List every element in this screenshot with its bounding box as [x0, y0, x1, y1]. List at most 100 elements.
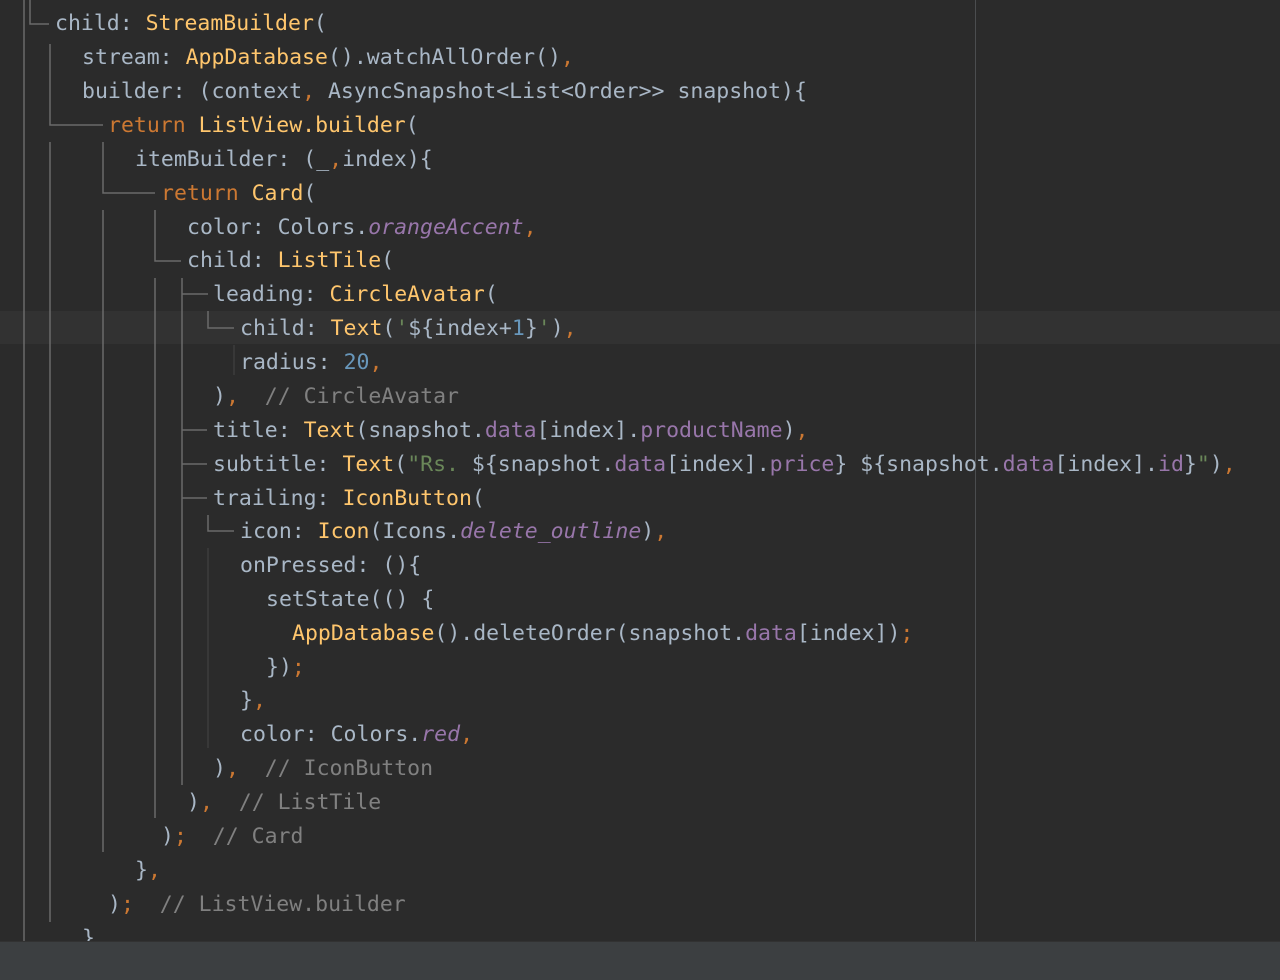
code-token: } ${snapshot.: [834, 452, 1003, 477]
code-line[interactable]: },: [240, 684, 266, 718]
code-token: ,: [523, 215, 537, 240]
code-token: child:: [55, 11, 146, 36]
code-line[interactable]: onPressed: (){: [240, 549, 421, 583]
code-token: ': [395, 316, 409, 341]
code-line[interactable]: itemBuilder: (_,index){: [135, 143, 433, 177]
code-token: "Rs.: [407, 452, 472, 477]
code-token: ,: [563, 316, 577, 341]
code-token: [index].: [536, 418, 641, 443]
code-token: color: Colors.: [187, 215, 369, 240]
code-line[interactable]: ), // ListTile: [187, 786, 381, 820]
code-token: ): [108, 892, 121, 917]
code-token: ,: [654, 519, 668, 544]
code-token: subtitle:: [213, 452, 343, 477]
code-token: icon:: [240, 519, 318, 544]
code-editor[interactable]: child: StreamBuilder(stream: AppDatabase…: [0, 0, 1280, 941]
code-token: data: [1002, 452, 1055, 477]
code-line[interactable]: AppDatabase().deleteOrder(snapshot.data[…: [292, 617, 913, 651]
code-token: }: [1183, 452, 1197, 477]
code-token: ().watchAllOrder(): [327, 45, 561, 70]
code-token: data: [745, 621, 797, 646]
code-line[interactable]: child: ListTile(: [187, 244, 394, 278]
code-line[interactable]: stream: AppDatabase().watchAllOrder(),: [82, 41, 574, 75]
code-line[interactable]: child: StreamBuilder(: [55, 7, 327, 41]
code-token: (: [382, 316, 396, 341]
code-token: (: [381, 248, 395, 273]
code-token: ): [1209, 452, 1223, 477]
code-line[interactable]: }: [82, 922, 95, 941]
code-line[interactable]: radius: 20,: [240, 346, 382, 380]
code-token: productName: [640, 418, 783, 443]
code-token: orangeAccent: [368, 215, 524, 240]
code-line[interactable]: setState(() {: [266, 583, 434, 617]
code-line[interactable]: color: Colors.red,: [240, 718, 473, 752]
code-token: id: [1158, 452, 1184, 477]
code-token: ,: [302, 79, 328, 104]
code-token: title:: [213, 418, 304, 443]
code-token: ;: [173, 824, 187, 849]
guide-line: [29, 0, 49, 25]
code-token: builder: (context: [82, 79, 303, 104]
code-line[interactable]: leading: CircleAvatar(: [213, 278, 498, 312]
code-token: radius:: [240, 350, 344, 375]
code-token: data: [614, 452, 667, 477]
code-token: AsyncSnapshot<List<Order>> snapshot){: [327, 79, 807, 104]
code-line[interactable]: ), // CircleAvatar: [213, 380, 459, 414]
code-line[interactable]: });: [266, 651, 305, 685]
code-token: // CircleAvatar: [238, 384, 459, 409]
code-token: Text: [303, 418, 356, 443]
code-token: ,: [560, 45, 574, 70]
code-token: ': [537, 316, 551, 341]
code-token: }): [266, 655, 292, 680]
code-line[interactable]: child: Text('${index+1}'),: [240, 312, 577, 346]
code-token: }: [240, 688, 253, 713]
code-token: ListView.builder: [198, 113, 406, 138]
code-token: ): [187, 790, 200, 815]
code-token: (: [405, 113, 419, 138]
code-token: index){: [342, 147, 433, 172]
code-token: trailing:: [213, 486, 343, 511]
code-token: ): [550, 316, 564, 341]
code-token: ): [641, 519, 655, 544]
code-token: 20: [343, 350, 370, 375]
code-token: [index]): [796, 621, 901, 646]
code-token: (: [484, 282, 498, 307]
code-token: leading:: [213, 282, 330, 307]
code-token: ): [161, 824, 174, 849]
code-token: }: [524, 316, 538, 341]
code-line[interactable]: builder: (context, AsyncSnapshot<List<Or…: [82, 75, 807, 109]
code-line[interactable]: },: [135, 854, 161, 888]
code-line[interactable]: title: Text(snapshot.data[index].product…: [213, 414, 808, 448]
code-token: (: [313, 11, 327, 36]
code-token: delete_outline: [460, 519, 642, 544]
code-line[interactable]: icon: Icon(Icons.delete_outline),: [240, 515, 667, 549]
code-token: ,: [225, 384, 239, 409]
code-token: onPressed: (){: [240, 553, 422, 578]
code-token: 1: [511, 316, 525, 341]
code-line[interactable]: return ListView.builder(: [108, 109, 419, 143]
code-line[interactable]: subtitle: Text("Rs. ${snapshot.data[inde…: [213, 448, 1236, 482]
code-line[interactable]: ); // Card: [161, 820, 303, 854]
guide-line: [207, 515, 234, 532]
code-token: (snapshot.: [355, 418, 485, 443]
status-bar: [0, 941, 1280, 980]
code-token: stream:: [82, 45, 186, 70]
code-line[interactable]: ), // IconButton: [213, 752, 433, 786]
code-token: ): [213, 384, 226, 409]
code-token: ,: [199, 790, 213, 815]
code-token: ListTile: [277, 248, 382, 273]
code-token: }: [82, 926, 95, 941]
code-token: // Card: [186, 824, 304, 849]
code-token: ,: [369, 350, 383, 375]
code-token: Text: [342, 452, 395, 477]
code-token: ): [213, 756, 226, 781]
guide-line: [154, 210, 181, 262]
code-line[interactable]: color: Colors.orangeAccent,: [187, 211, 537, 245]
code-token: red: [421, 722, 461, 747]
code-token: AppDatabase: [185, 45, 328, 70]
code-token: child:: [187, 248, 278, 273]
code-line[interactable]: return Card(: [161, 177, 316, 211]
code-line[interactable]: ); // ListView.builder: [108, 888, 406, 922]
code-token: (Icons.: [369, 519, 461, 544]
code-line[interactable]: trailing: IconButton(: [213, 482, 485, 516]
